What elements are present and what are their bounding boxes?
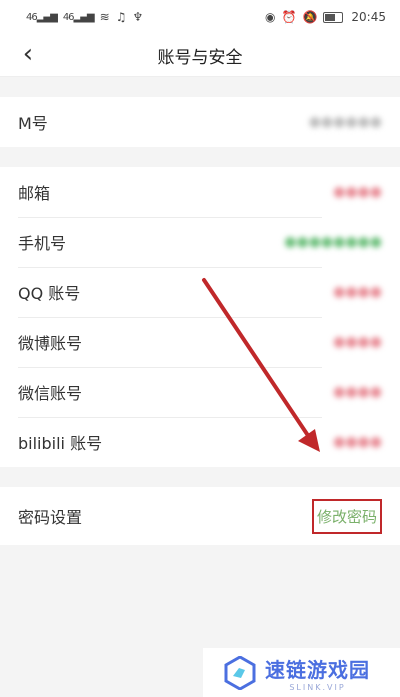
password-group: 密码设置 修改密码 [0, 487, 400, 545]
list-item-value: ●●●● [333, 384, 382, 400]
change-password-link[interactable]: 修改密码 [311, 498, 382, 534]
list-item-label: QQ 账号 [18, 284, 81, 303]
watermark: 速链游戏园 SLINK.VIP [203, 648, 400, 697]
chevron-left-icon: ‹ [22, 39, 34, 69]
list-item-bilibili[interactable]: bilibili 账号 ●●●● [0, 417, 400, 467]
list-item-value: ●●●● [333, 184, 382, 200]
list-item-weibo[interactable]: 微博账号 ●●●● [0, 317, 400, 367]
section-gap [0, 467, 400, 487]
watermark-logo-icon [224, 655, 256, 690]
watermark-name: 速链游戏园 [265, 657, 370, 682]
list-item-value: ●●●●●●●● [284, 234, 382, 250]
watermark-sub: SLINK.VIP [289, 682, 346, 692]
list-item-label: 微博账号 [18, 334, 83, 353]
list-item-value: ●●●● [333, 334, 382, 350]
list-item-label: 邮箱 [18, 184, 51, 203]
list-item-m-number[interactable]: M号 ●●●●●● [0, 97, 400, 147]
section-gap [0, 147, 400, 167]
signal-icon: 46▂▄▆ [26, 11, 58, 23]
list-item-qq[interactable]: QQ 账号 ●●●● [0, 267, 400, 317]
list-item-label: bilibili 账号 [18, 434, 103, 453]
list-item-phone[interactable]: 手机号 ●●●●●●●● [0, 217, 400, 267]
eye-icon: ◉ [265, 10, 276, 24]
list-item-value: ●●●● [333, 284, 382, 300]
mute-icon: 🔕 [302, 10, 318, 24]
list-item-label: 手机号 [18, 234, 67, 253]
battery-icon [323, 11, 344, 23]
list-item-value: ●●●●●● [308, 114, 382, 130]
back-button[interactable]: ‹ [14, 39, 42, 69]
page-header: ‹ 账号与安全 [0, 34, 400, 77]
trophy-icon: ♆ [132, 10, 144, 24]
section-gap [0, 77, 400, 97]
alarm-icon: ⏰ [281, 10, 297, 24]
status-time: 20:45 [351, 10, 386, 24]
headset-icon: ♫ [115, 10, 127, 24]
list-item-value: ●●●● [333, 434, 382, 450]
wifi-icon: ≋ [99, 10, 110, 24]
list-item-label: M号 [18, 114, 48, 133]
account-id-group: M号 ●●●●●● [0, 97, 400, 147]
signal-icon: 46▂▄▆ [62, 11, 95, 23]
list-item-password[interactable]: 密码设置 修改密码 [0, 487, 400, 545]
list-item-email[interactable]: 邮箱 ●●●● [0, 167, 400, 217]
page-title: 账号与安全 [157, 47, 243, 68]
list-item-label: 微信账号 [18, 384, 83, 403]
binding-group: 邮箱 ●●●● 手机号 ●●●●●●●● QQ 账号 ●●●● 微博账号 ●●●… [0, 167, 400, 467]
list-item-wechat[interactable]: 微信账号 ●●●● [0, 367, 400, 417]
list-item-label: 密码设置 [18, 508, 83, 527]
status-bar: 46▂▄▆ 46▂▄▆ ≋ ♫ ♆ ◉ ⏰ 🔕 20:45 [0, 0, 400, 34]
